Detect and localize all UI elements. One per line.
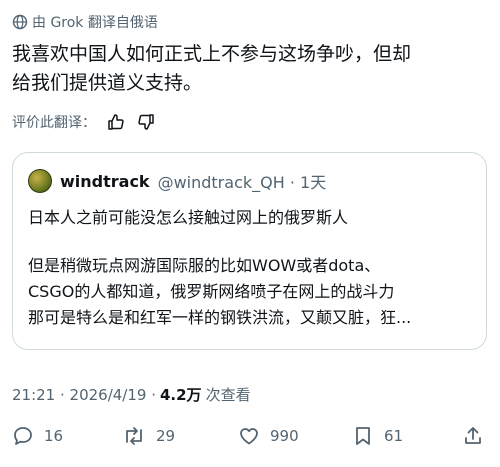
tweet-text-line: 我喜欢中国人如何正式上不参与这场争吵，但却 bbox=[12, 43, 412, 65]
quoted-tweet-header: windtrack @windtrack_QH · 1天 bbox=[28, 169, 326, 193]
quoted-author-name[interactable]: windtrack bbox=[60, 172, 150, 191]
views-count: 4.2万 bbox=[159, 386, 202, 404]
rate-translation-label: 评价此翻译： bbox=[12, 115, 96, 131]
action-bar: 16 29 990 61 bbox=[0, 425, 500, 457]
repost-button[interactable]: 29 bbox=[122, 425, 175, 447]
share-icon bbox=[462, 425, 484, 447]
reply-icon bbox=[12, 425, 34, 447]
quoted-tweet-text: 日本人之前可能没怎么接触过网上的俄罗斯人 但是稍微玩点网游国际服的比如WOW或者… bbox=[28, 205, 478, 331]
bookmark-button[interactable]: 61 bbox=[352, 425, 403, 447]
reply-button[interactable]: 16 bbox=[12, 425, 63, 447]
quoted-text-line: 日本人之前可能没怎么接触过网上的俄罗斯人 bbox=[28, 208, 349, 227]
bookmark-icon bbox=[352, 425, 374, 447]
bookmark-count: 61 bbox=[384, 427, 404, 445]
translation-note: 由 Grok 翻译自俄语 bbox=[12, 12, 158, 32]
repost-icon bbox=[122, 425, 146, 447]
translation-note-text: 由 Grok 翻译自俄语 bbox=[32, 15, 158, 31]
avatar[interactable] bbox=[28, 169, 52, 193]
tweet-text-line: 给我们提供道义支持。 bbox=[12, 72, 203, 94]
heart-icon bbox=[238, 425, 260, 447]
quoted-text-line: 但是稍微玩点网游国际服的比如WOW或者dota、 bbox=[28, 256, 381, 275]
like-count: 990 bbox=[270, 427, 299, 445]
repost-count: 29 bbox=[156, 427, 176, 445]
thumbs-up-icon[interactable] bbox=[106, 112, 126, 132]
quoted-author-handle-time: @windtrack_QH · 1天 bbox=[157, 173, 327, 192]
thumbs-down-icon[interactable] bbox=[136, 112, 156, 132]
rate-translation: 评价此翻译： bbox=[12, 112, 156, 132]
quoted-tweet-card[interactable]: windtrack @windtrack_QH · 1天 日本人之前可能没怎么接… bbox=[12, 152, 487, 350]
views-label: 次查看 bbox=[205, 386, 251, 404]
reply-count: 16 bbox=[44, 427, 64, 445]
quoted-text-line: CSGO的人都知道，俄罗斯网络喷子在网上的战斗力 bbox=[28, 282, 395, 301]
tweet-meta: 21:21 · 2026/4/19 · 4.2万 次查看 bbox=[12, 384, 251, 405]
like-button[interactable]: 990 bbox=[238, 425, 299, 447]
share-button[interactable] bbox=[462, 425, 484, 447]
globe-icon bbox=[12, 14, 28, 30]
timestamp[interactable]: 21:21 · 2026/4/19 · bbox=[12, 386, 156, 404]
tweet-text: 我喜欢中国人如何正式上不参与这场争吵，但却 给我们提供道义支持。 bbox=[12, 40, 488, 98]
quoted-text-line: 那可是特么是和红军一样的钢铁洪流，又颠又脏，狂... bbox=[28, 308, 412, 327]
